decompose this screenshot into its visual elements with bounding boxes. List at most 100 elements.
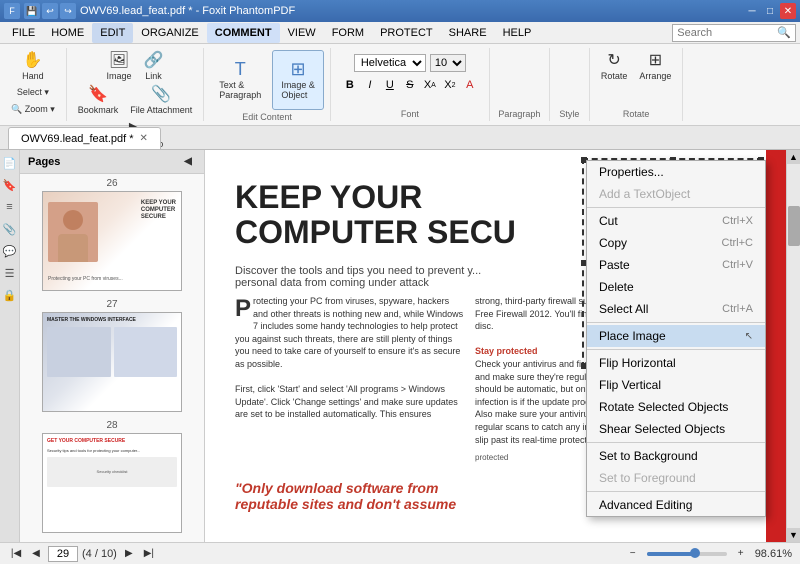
select-tool-button[interactable]: Select ▾ xyxy=(12,84,54,101)
cursor-icon: ↖ xyxy=(745,331,753,342)
undo-icon[interactable]: ↩ xyxy=(42,3,58,19)
ctx-flip-vertical[interactable]: Flip Vertical xyxy=(587,374,765,396)
document-page: Maste urs KEEP YOURCOMPUTER SECU Discove… xyxy=(205,150,800,542)
menu-home[interactable]: HOME xyxy=(43,23,92,43)
strikethrough-button[interactable]: S xyxy=(401,76,419,94)
zoom-slider-handle[interactable] xyxy=(690,548,700,558)
scroll-down-button[interactable]: ▼ xyxy=(787,528,800,542)
ctx-shear-selected[interactable]: Shear Selected Objects xyxy=(587,418,765,440)
image-object-button[interactable]: ⊞ Image &Object xyxy=(272,50,324,110)
toolbar-group-paragraph: Paragraph xyxy=(490,48,550,121)
font-size-select[interactable]: 10 xyxy=(430,54,466,72)
arrange-button[interactable]: ⊞ Arrange xyxy=(634,50,676,84)
sidebar-attachments-icon[interactable]: 📎 xyxy=(1,220,19,238)
zoom-in-button[interactable]: + xyxy=(733,546,749,562)
save-icon[interactable]: 💾 xyxy=(24,3,40,19)
file-attachment-button[interactable]: 📎 File Attachment xyxy=(125,84,197,118)
v-scrollbar[interactable]: ▲ ▼ xyxy=(786,150,800,542)
italic-button[interactable]: I xyxy=(361,76,379,94)
sidebar-security-icon[interactable]: 🔒 xyxy=(1,286,19,304)
search-input[interactable] xyxy=(673,25,773,41)
menu-view[interactable]: VIEW xyxy=(280,23,324,43)
sidebar-fields-icon[interactable]: ☰ xyxy=(1,264,19,282)
quick-access-toolbar: 💾 ↩ ↪ xyxy=(24,3,76,19)
zoom-slider[interactable] xyxy=(647,552,727,556)
menu-organize[interactable]: ORGANIZE xyxy=(133,23,206,43)
text-paragraph-button[interactable]: T Text &Paragraph xyxy=(210,50,270,110)
status-bar: |◀ ◀ (4 / 10) ▶ ▶| − + 98.61% xyxy=(0,542,800,564)
body-left-col: P rotecting your PC from viruses, spywar… xyxy=(235,295,465,421)
zoom-slider-fill xyxy=(647,552,695,556)
sidebar-comments-icon[interactable]: 💬 xyxy=(1,242,19,260)
ctx-rotate-selected[interactable]: Rotate Selected Objects xyxy=(587,396,765,418)
menu-share[interactable]: SHARE xyxy=(441,23,495,43)
menu-protect[interactable]: PROTECT xyxy=(372,23,441,43)
left-panel: Pages ◀ 26 KEEP YOURCOMPUTERSECURE xyxy=(20,150,205,542)
sidebar-layers-icon[interactable]: ≡ xyxy=(1,198,19,216)
ctx-paste-shortcut: Ctrl+V xyxy=(722,259,753,271)
close-button[interactable]: ✕ xyxy=(780,3,796,19)
sidebar-bookmarks-icon[interactable]: 🔖 xyxy=(1,176,19,194)
scroll-up-button[interactable]: ▲ xyxy=(787,150,800,164)
last-page-button[interactable]: ▶| xyxy=(141,546,157,562)
tab-close-button[interactable]: ✕ xyxy=(140,133,148,144)
thumbnail-28[interactable]: 28 GET YOUR COMPUTER SECURE Security tip… xyxy=(24,420,200,533)
zoom-level-label: 98.61% xyxy=(755,548,792,560)
prev-page-button[interactable]: ◀ xyxy=(28,546,44,562)
sidebar-pages-icon[interactable]: 📄 xyxy=(1,154,19,172)
bold-button[interactable]: B xyxy=(341,76,359,94)
ctx-flip-horizontal[interactable]: Flip Horizontal xyxy=(587,352,765,374)
zoom-label: 🔍 Zoom ▾ xyxy=(11,104,55,115)
image-button[interactable]: 🖼 Image xyxy=(102,50,137,84)
font-color-button[interactable]: A xyxy=(461,76,479,94)
link-button[interactable]: 🔗 Link xyxy=(139,50,169,84)
maximize-button[interactable]: □ xyxy=(762,3,778,19)
red-banner xyxy=(766,150,786,542)
tab-bar: OWV69.lead_feat.pdf * ✕ xyxy=(0,126,800,150)
ctx-delete[interactable]: Delete xyxy=(587,276,765,298)
subscript-button[interactable]: X2 xyxy=(441,76,459,94)
ctx-select-all[interactable]: Select All Ctrl+A xyxy=(587,298,765,320)
scroll-track[interactable] xyxy=(787,164,800,528)
menu-edit[interactable]: EDIT xyxy=(92,23,133,43)
collapse-panel-button[interactable]: ◀ xyxy=(180,154,196,170)
toolbar-row-bot: 🔍 Zoom ▾ xyxy=(6,101,60,118)
menu-file[interactable]: FILE xyxy=(4,23,43,43)
menu-comment[interactable]: COMMENT xyxy=(207,23,280,43)
ctx-set-background[interactable]: Set to Background xyxy=(587,445,765,467)
next-page-button[interactable]: ▶ xyxy=(121,546,137,562)
page-input[interactable] xyxy=(48,546,78,562)
thumbnail-27[interactable]: 27 MASTER THE WINDOWS INTERFACE xyxy=(24,299,200,412)
ctx-set-foreground-label: Set to Foreground xyxy=(599,471,696,485)
redo-icon[interactable]: ↪ xyxy=(60,3,76,19)
menu-form[interactable]: FORM xyxy=(324,23,372,43)
ctx-set-foreground: Set to Foreground xyxy=(587,467,765,489)
ctx-cut[interactable]: Cut Ctrl+X xyxy=(587,210,765,232)
hand-tool-button[interactable]: ✋ Hand xyxy=(17,50,49,84)
ctx-set-background-label: Set to Background xyxy=(599,449,698,463)
ctx-copy[interactable]: Copy Ctrl+C xyxy=(587,232,765,254)
zoom-out-button[interactable]: − xyxy=(625,546,641,562)
search-box[interactable]: 🔍 xyxy=(672,24,796,42)
search-icon[interactable]: 🔍 xyxy=(773,26,795,39)
ctx-properties[interactable]: Properties... xyxy=(587,161,765,183)
first-page-button[interactable]: |◀ xyxy=(8,546,24,562)
thumbnail-29[interactable]: 29 KEEP YOUR COMPUTER SECURE Advanced se… xyxy=(24,541,200,542)
ctx-place-image[interactable]: Place Image ↖ xyxy=(587,325,765,347)
rotate-button[interactable]: ↻ Rotate xyxy=(596,50,633,84)
underline-button[interactable]: U xyxy=(381,76,399,94)
menu-help[interactable]: HELP xyxy=(495,23,540,43)
font-name-select[interactable]: Helvetica xyxy=(354,54,426,72)
bookmark-button[interactable]: 🔖 Bookmark xyxy=(73,84,124,118)
thumbnail-26[interactable]: 26 KEEP YOURCOMPUTERSECURE Protecting yo… xyxy=(24,178,200,291)
minimize-button[interactable]: ─ xyxy=(744,3,760,19)
document-tab[interactable]: OWV69.lead_feat.pdf * ✕ xyxy=(8,127,161,149)
ctx-cut-shortcut: Ctrl+X xyxy=(722,215,753,227)
ctx-paste[interactable]: Paste Ctrl+V xyxy=(587,254,765,276)
superscript-button[interactable]: XA xyxy=(421,76,439,94)
paragraph-group-label: Paragraph xyxy=(498,107,540,119)
zoom-tool-button[interactable]: 🔍 Zoom ▾ xyxy=(6,101,60,118)
image-icon: 🖼 xyxy=(109,53,129,69)
ctx-advanced-editing[interactable]: Advanced Editing xyxy=(587,494,765,516)
scroll-thumb[interactable] xyxy=(788,206,800,246)
